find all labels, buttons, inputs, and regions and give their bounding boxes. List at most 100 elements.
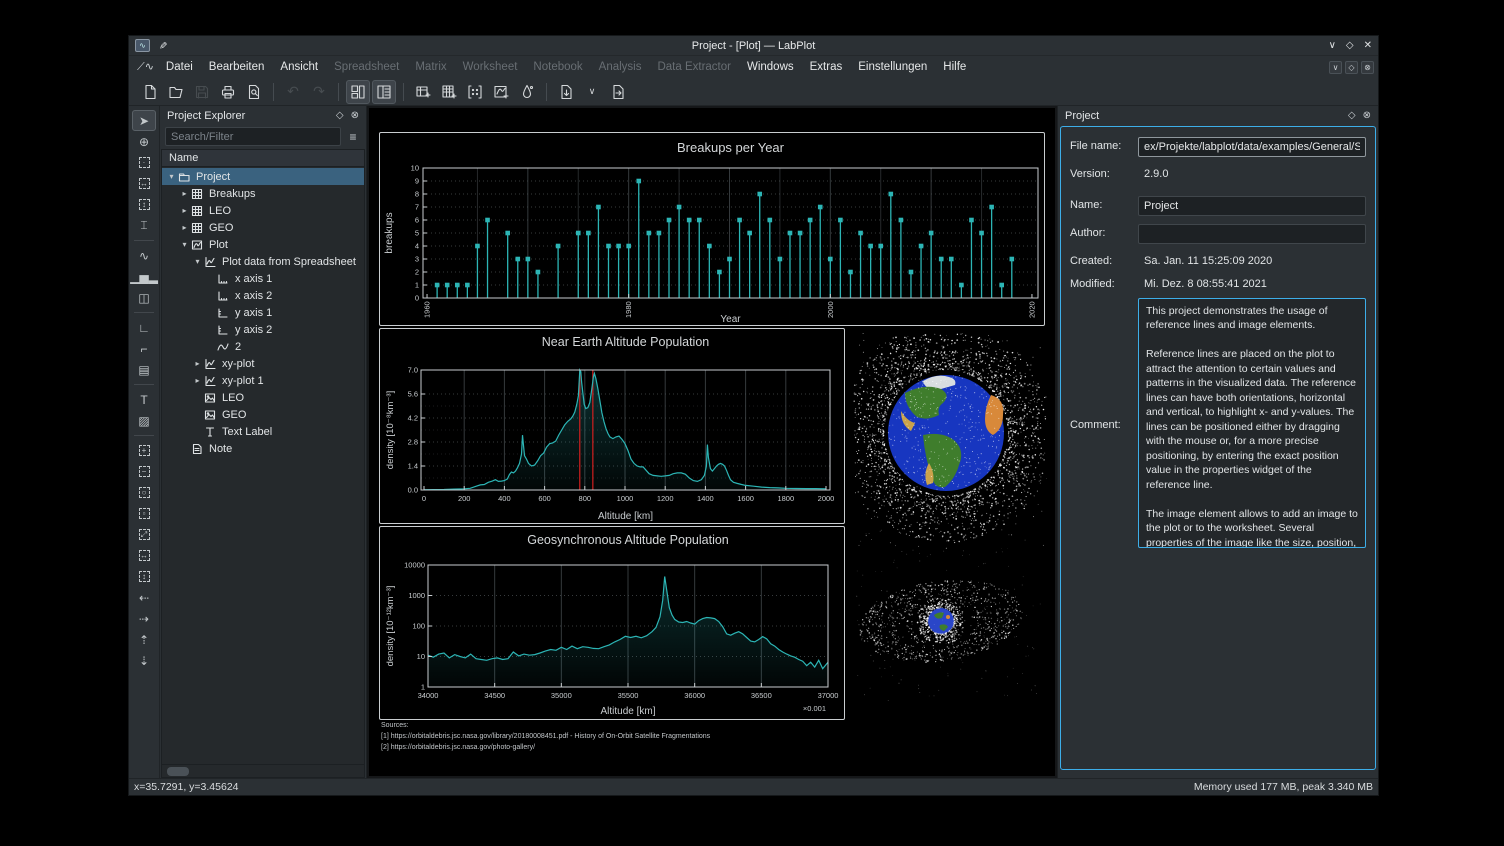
title-bar[interactable]: ∿ ✎ Project - [Plot] — LabPlot ∨ ◇ ✕ [129, 36, 1378, 56]
cursor-line-tool[interactable]: ⌶ [132, 215, 156, 236]
add-axis-tool[interactable]: ∟ [132, 317, 156, 338]
save-project-button[interactable] [190, 80, 214, 104]
window-shade-button[interactable]: ∨ [1329, 40, 1336, 51]
new-worksheet-button[interactable] [489, 80, 513, 104]
explorer-float-icon[interactable]: ◇ [336, 110, 344, 121]
plot-breakups-per-year[interactable]: 0123456789101960198020002020Breakups per… [379, 132, 1045, 326]
menu-hilfe[interactable]: Hilfe [935, 59, 974, 75]
tree-item-leo[interactable]: LEO [162, 389, 364, 406]
tree-column-header[interactable]: Name [162, 150, 364, 167]
tree-item-plot-data-from-spreadsheet[interactable]: ▾ Plot data from Spreadsheet [162, 253, 364, 270]
geo-debris-image[interactable] [856, 549, 1041, 701]
tree-item-geo[interactable]: ▸ GEO [162, 219, 364, 236]
comment-field[interactable]: This project demonstrates the usage of r… [1138, 298, 1366, 548]
crosshair-navigate-tool[interactable]: ⊕ [132, 131, 156, 152]
tree-item-xy-plot[interactable]: ▸ xy-plot [162, 355, 364, 372]
zoom-origin-tool[interactable]: ○ [132, 482, 156, 503]
new-workbook-button[interactable] [411, 80, 435, 104]
zoom-in-tool[interactable]: + [132, 440, 156, 461]
expander-icon[interactable]: ▸ [192, 359, 203, 368]
new-project-button[interactable] [138, 80, 162, 104]
expander-icon[interactable]: ▾ [179, 240, 190, 249]
menu-windows[interactable]: Windows [739, 59, 802, 75]
plot-geosynchronous-altitude[interactable]: 1101001000100003400034500350003550036000… [379, 526, 845, 720]
zoom-fit-y-tool[interactable]: ↕ [132, 566, 156, 587]
properties-close-icon[interactable]: ⊗ [1363, 110, 1371, 121]
window-maximize-button[interactable]: ◇ [1346, 40, 1354, 51]
new-matrix-button[interactable] [463, 80, 487, 104]
zoom-fit-selection-tool[interactable]: ▫ [132, 503, 156, 524]
zoom-x-select-tool[interactable]: ↔ [132, 173, 156, 194]
properties-float-icon[interactable]: ◇ [1348, 110, 1356, 121]
zoom-y-select-tool[interactable]: ↕ [132, 194, 156, 215]
mdi-close-button[interactable]: ⊗ [1361, 61, 1374, 74]
tree-item-text-label[interactable]: Text Label [162, 423, 364, 440]
window-close-button[interactable]: ✕ [1364, 40, 1372, 51]
author-field[interactable] [1138, 224, 1366, 244]
tree-item-project[interactable]: ▾ Project [162, 168, 364, 185]
filter-options-icon[interactable]: ≡ [345, 130, 361, 144]
tree-item-x-axis-2[interactable]: x axis 2 [162, 287, 364, 304]
mdi-shade-button[interactable]: ∨ [1329, 61, 1342, 74]
shift-left-x-tool[interactable]: ⇠ [132, 587, 156, 608]
add-text-label-tool[interactable]: T [132, 389, 156, 410]
expander-icon[interactable]: ▸ [192, 376, 203, 385]
menu-ansicht[interactable]: Ansicht [272, 59, 326, 75]
expander-icon[interactable]: ▸ [179, 206, 190, 215]
tree-item-leo[interactable]: ▸ LEO [162, 202, 364, 219]
name-field[interactable] [1138, 196, 1366, 216]
color-theme-button[interactable] [515, 80, 539, 104]
import-options-chevron[interactable]: ∨ [580, 80, 604, 104]
undo-button[interactable]: ↶ [281, 80, 305, 104]
print-button[interactable] [216, 80, 240, 104]
menu-extras[interactable]: Extras [802, 59, 851, 75]
add-image-tool[interactable]: ▨ [132, 410, 156, 431]
expander-icon[interactable]: ▸ [179, 223, 190, 232]
zoom-out-tool[interactable]: − [132, 461, 156, 482]
menu-datei[interactable]: Datei [158, 59, 201, 75]
menu-bearbeiten[interactable]: Bearbeiten [201, 59, 273, 75]
sources-text-label[interactable]: Sources: [1] https://orbitaldebris.jsc.n… [381, 721, 710, 754]
zoom-fit-tool[interactable]: ⤢ [132, 524, 156, 545]
export-button[interactable] [606, 80, 630, 104]
plot-near-earth-altitude[interactable]: 0.01.42.84.25.67.00200400600800100012001… [379, 328, 845, 524]
shift-up-y-tool[interactable]: ⇡ [132, 629, 156, 650]
shift-down-y-tool[interactable]: ⇣ [132, 650, 156, 671]
menu-einstellungen[interactable]: Einstellungen [850, 59, 935, 75]
tree-item-note[interactable]: Note [162, 440, 364, 457]
new-spreadsheet-button[interactable] [437, 80, 461, 104]
add-xy-curve-tool[interactable]: ∿ [132, 245, 156, 266]
zoom-fit-x-tool[interactable]: ↔ [132, 545, 156, 566]
scrollbar-handle[interactable] [167, 767, 189, 776]
select-cursor-tool[interactable]: ➤ [132, 110, 156, 131]
expander-icon[interactable]: ▾ [192, 257, 203, 266]
import-button[interactable] [554, 80, 578, 104]
tree-item-2[interactable]: 2 [162, 338, 364, 355]
zoom-select-tool[interactable]: · [132, 152, 156, 173]
redo-button[interactable]: ↷ [307, 80, 331, 104]
open-project-button[interactable] [164, 80, 188, 104]
add-legend-tool[interactable]: ▤ [132, 359, 156, 380]
pin-icon[interactable]: ✎ [157, 41, 168, 49]
tree-item-xy-plot-1[interactable]: ▸ xy-plot 1 [162, 372, 364, 389]
toggle-properties-button[interactable] [372, 80, 396, 104]
file-name-field[interactable] [1138, 137, 1366, 157]
add-boxplot-tool[interactable]: ◫ [132, 287, 156, 308]
tree-item-plot[interactable]: ▾ Plot [162, 236, 364, 253]
print-preview-button[interactable] [242, 80, 266, 104]
explorer-close-icon[interactable]: ⊗ [351, 110, 359, 121]
tree-item-geo[interactable]: GEO [162, 406, 364, 423]
add-histogram-tool[interactable]: ▁▅▂ [132, 266, 156, 287]
toggle-project-explorer-button[interactable] [346, 80, 370, 104]
expander-icon[interactable]: ▾ [166, 172, 177, 181]
tree-item-y-axis-1[interactable]: y axis 1 [162, 304, 364, 321]
add-axis-horizontal-tool[interactable]: ⌐ [132, 338, 156, 359]
tree-item-x-axis-1[interactable]: x axis 1 [162, 270, 364, 287]
shift-right-x-tool[interactable]: ⇢ [132, 608, 156, 629]
explorer-hscrollbar[interactable] [162, 764, 364, 777]
expander-icon[interactable]: ▸ [179, 189, 190, 198]
tree-item-y-axis-2[interactable]: y axis 2 [162, 321, 364, 338]
mdi-maximize-button[interactable]: ◇ [1345, 61, 1358, 74]
tree-item-breakups[interactable]: ▸ Breakups [162, 185, 364, 202]
search-input[interactable] [165, 127, 341, 146]
